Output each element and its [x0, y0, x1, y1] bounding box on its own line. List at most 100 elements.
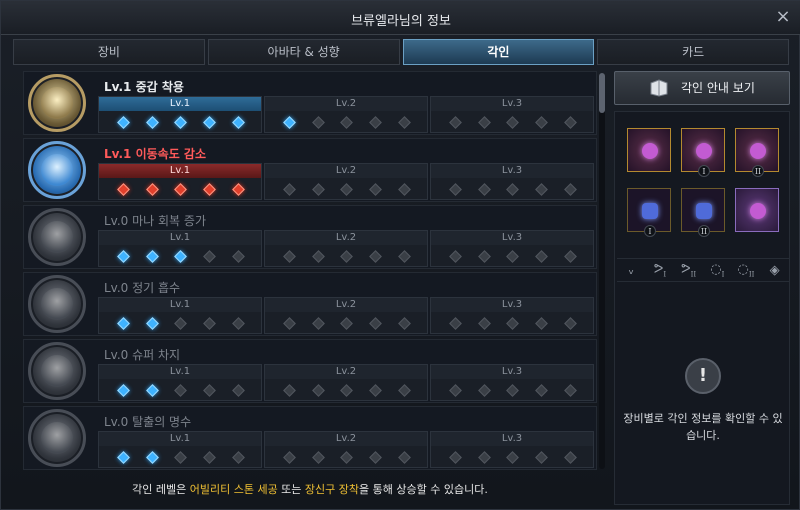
- slot-filter-icon[interactable]: ◌II: [734, 262, 758, 279]
- node-gem-icon: [398, 451, 411, 464]
- node-gem-icon: [203, 384, 217, 397]
- node-gem-icon: [369, 116, 383, 129]
- close-icon[interactable]: ×: [773, 7, 793, 27]
- slot-filter-icon[interactable]: ◌I: [705, 262, 729, 279]
- exclamation-icon: !: [685, 358, 721, 394]
- gem-core: [696, 143, 712, 159]
- node-gem-icon: [398, 317, 411, 330]
- gem-track: [265, 317, 429, 331]
- node-gem-icon: [340, 116, 354, 129]
- gem-track: [265, 250, 429, 264]
- node-gem-icon: [564, 250, 577, 263]
- node-gem-icon: [564, 317, 577, 330]
- accessory-grid: I II I II: [627, 128, 779, 248]
- level-label: Lv.1: [99, 97, 261, 111]
- slot-numeral: I: [644, 225, 656, 237]
- level-box: Lv.1: [98, 163, 262, 200]
- tab-equipment[interactable]: 장비: [13, 39, 205, 65]
- node-gem-icon: [449, 384, 462, 397]
- node-gem-icon: [564, 451, 577, 464]
- engraving-row[interactable]: Lv.0 슈퍼 차지 Lv.1 Lv.2 Lv.3: [23, 339, 597, 403]
- level-box: Lv.3: [430, 364, 594, 401]
- node-gem-icon: [564, 116, 577, 129]
- node-gem-icon: [283, 250, 296, 263]
- level-box: Lv.1: [98, 96, 262, 133]
- tab-avatar-tendency[interactable]: 아바타 & 성향: [207, 39, 400, 65]
- mana-icon: [28, 208, 86, 266]
- node-gem-icon: [535, 116, 549, 129]
- level-label: Lv.1: [99, 164, 261, 178]
- earring-icon[interactable]: II: [735, 128, 779, 177]
- slot-glyph: ᵥ: [628, 262, 635, 278]
- ring-icon[interactable]: I: [627, 188, 671, 237]
- engraving-name: Lv.0 마나 회복 증가: [104, 214, 206, 228]
- ability-stone-icon[interactable]: [735, 188, 779, 232]
- level-label: Lv.3: [431, 164, 593, 178]
- level-box: Lv.2: [264, 96, 428, 133]
- engraving-row[interactable]: Lv.0 정기 흡수 Lv.1 Lv.2 Lv.3: [23, 272, 597, 336]
- node-gem-icon: [506, 317, 520, 330]
- gem-core: [642, 143, 658, 159]
- scrollbar[interactable]: [599, 73, 605, 469]
- footer-mid: 또는: [277, 483, 305, 496]
- ring-icon[interactable]: II: [681, 188, 725, 237]
- tab-engraving[interactable]: 각인: [402, 39, 595, 65]
- node-gem-icon: [117, 183, 130, 196]
- node-gem-icon: [203, 250, 217, 263]
- level-label: Lv.3: [431, 365, 593, 379]
- necklace-icon[interactable]: [627, 128, 671, 172]
- slot-filter-icon[interactable]: ᕗI: [648, 262, 672, 279]
- node-gem-icon: [311, 250, 325, 263]
- node-gem-icon: [340, 451, 354, 464]
- engraving-guide-button[interactable]: 각인 안내 보기: [614, 71, 790, 105]
- node-gem-icon: [398, 183, 411, 196]
- title-bar: 브류엘라님의 정보 ×: [1, 1, 800, 35]
- node-gem-icon: [283, 116, 296, 129]
- node-gem-icon: [174, 250, 188, 263]
- level-box: Lv.2: [264, 297, 428, 334]
- node-gem-icon: [449, 250, 462, 263]
- engraving-row[interactable]: Lv.0 마나 회복 증가 Lv.1 Lv.2 Lv.3: [23, 205, 597, 269]
- slot-numeral: I: [698, 165, 710, 177]
- level-label: Lv.2: [265, 231, 427, 245]
- tab-card[interactable]: 카드: [597, 39, 789, 65]
- slot-sub: I: [663, 270, 667, 279]
- slot-numeral: II: [752, 165, 764, 177]
- node-gem-icon: [506, 250, 520, 263]
- node-gem-icon: [506, 384, 520, 397]
- slot-glyph: ᕗ: [653, 261, 664, 277]
- footer-suffix: 을 통해 상승할 수 있습니다.: [359, 483, 488, 496]
- slot-filter-icon[interactable]: ᕗII: [677, 262, 701, 279]
- engraving-row[interactable]: Lv.0 탈출의 명수 Lv.1 Lv.2 Lv.3: [23, 406, 597, 470]
- gem-track: [99, 384, 263, 398]
- engraving-row[interactable]: Lv.1 이동속도 감소 Lv.1 Lv.2 Lv.3: [23, 138, 597, 202]
- engraving-name: Lv.0 탈출의 명수: [104, 415, 192, 429]
- node-gem-icon: [283, 183, 296, 196]
- node-gem-icon: [145, 384, 159, 397]
- slot-glyph: ◌: [710, 261, 722, 277]
- level-box: Lv.3: [430, 96, 594, 133]
- node-gem-icon: [369, 250, 383, 263]
- node-gem-icon: [369, 317, 383, 330]
- engraving-name: Lv.0 슈퍼 차지: [104, 348, 181, 362]
- level-box: Lv.1: [98, 230, 262, 267]
- slot-filter-icon[interactable]: ◈: [763, 263, 787, 278]
- node-gem-icon: [145, 250, 159, 263]
- speed-down-icon: [28, 141, 86, 199]
- footer-highlight-stone: 어빌리티 스톤 세공: [189, 483, 278, 496]
- node-gem-icon: [477, 384, 491, 397]
- slot-filter-icon[interactable]: ᵥ: [619, 263, 643, 278]
- slot-sub: II: [748, 270, 755, 279]
- scroll-thumb[interactable]: [599, 73, 605, 113]
- node-gem-icon: [174, 116, 188, 129]
- engraving-row[interactable]: Lv.1 중갑 착용 Lv.1 Lv.2 Lv.3: [23, 71, 597, 135]
- gem-track: [99, 183, 263, 197]
- earring-icon[interactable]: I: [681, 128, 725, 177]
- level-label: Lv.2: [265, 97, 427, 111]
- slot-glyph: ◈: [769, 262, 780, 278]
- node-gem-icon: [311, 384, 325, 397]
- spirit-icon: [28, 275, 86, 333]
- level-label: Lv.3: [431, 231, 593, 245]
- node-gem-icon: [232, 317, 245, 330]
- node-gem-icon: [117, 116, 130, 129]
